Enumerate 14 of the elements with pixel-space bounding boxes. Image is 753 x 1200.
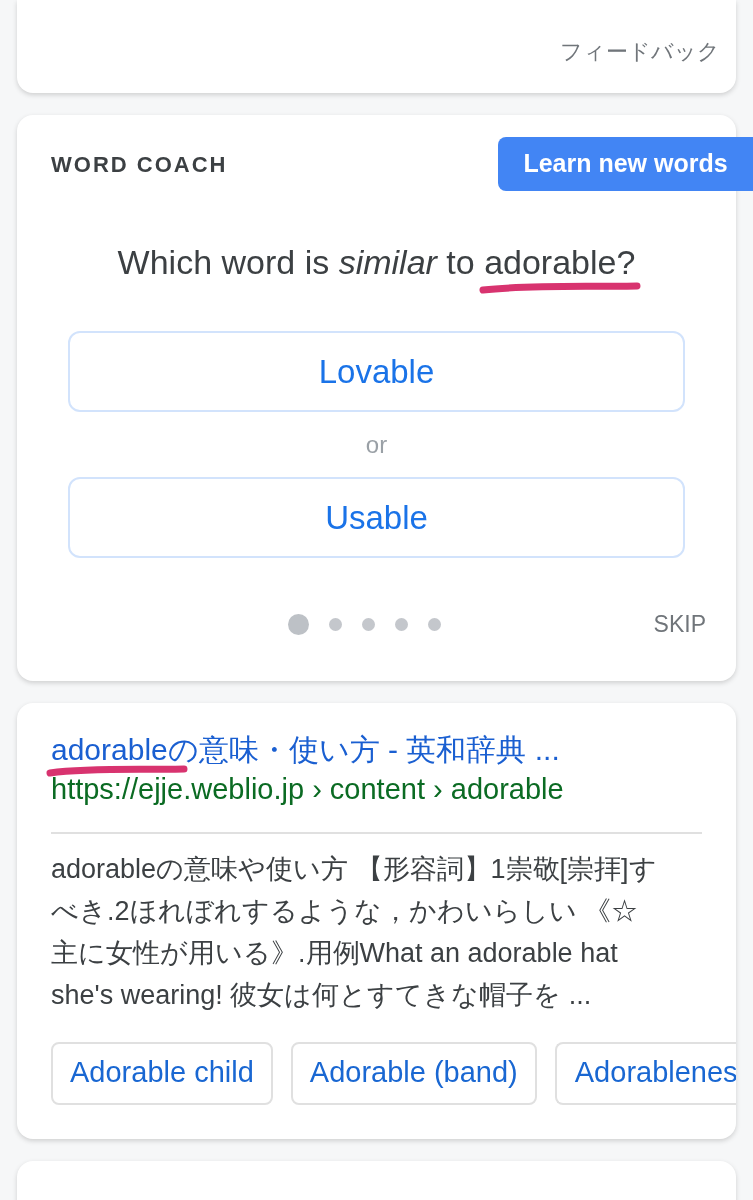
answer-option-button[interactable]: Usable — [68, 477, 685, 558]
result-snippet: adorableの意味や使い方 【形容詞】1崇敬[崇拝]すべき.2ほれぼれするような，かわいらしい 《☆主に女性が用いる》.用例What an adorable hat she's wearing! 彼女は何とすてきな帽子を ... — [51, 852, 658, 1012]
question-text: Which word is similar to adorable? — [117, 243, 636, 281]
skip-button[interactable]: SKIP — [653, 607, 706, 642]
learn-new-words-button[interactable]: Learn new words — [498, 137, 753, 191]
related-search-chip[interactable]: Adorable child — [51, 1041, 273, 1105]
related-search-chip[interactable]: Adorable (band) — [290, 1041, 537, 1105]
feedback-link[interactable]: フィードバック — [560, 38, 720, 66]
section-heading: WORD COACH — [51, 150, 228, 179]
or-separator: or — [365, 429, 388, 460]
result-url: https://ejje.weblio.jp › content › adorable — [51, 771, 565, 806]
result-title-link[interactable]: adorableの意味・使い方 - 英和辞典 ... — [51, 731, 702, 768]
answer-option-button[interactable]: Lovable — [68, 331, 685, 412]
related-search-chip[interactable]: Adorablenes — [554, 1041, 736, 1105]
